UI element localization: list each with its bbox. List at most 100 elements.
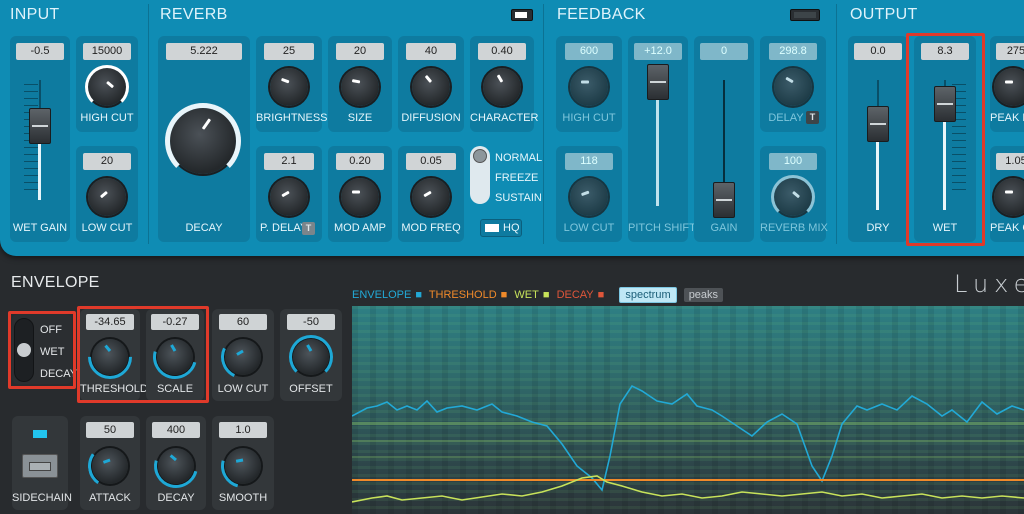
pdelay-value[interactable]: 2.1 xyxy=(264,153,314,170)
offset-label: OFFSET xyxy=(289,383,333,395)
dry-value[interactable]: 0.0 xyxy=(854,43,902,60)
modfreq-knob[interactable] xyxy=(412,178,450,216)
peak-c-slot: 1.05 PEAK C xyxy=(990,146,1024,242)
legend-wet[interactable]: WET xyxy=(514,289,538,301)
input-low-cut-value[interactable]: 20 xyxy=(83,153,131,170)
offset-slot: -50 OFFSET xyxy=(280,309,342,401)
peak-freq-knob[interactable] xyxy=(994,68,1024,106)
input-high-cut-knob[interactable] xyxy=(85,65,129,109)
sidechain-led xyxy=(33,430,47,438)
peak-c-label: PEAK C xyxy=(990,222,1024,234)
pitch-shift-value[interactable]: +12.0 xyxy=(634,43,682,60)
fb-gain-fader[interactable] xyxy=(713,182,735,218)
fb-gain-label: GAIN xyxy=(710,222,738,234)
env-lowcut-label: LOW CUT xyxy=(217,383,269,395)
smooth-knob[interactable] xyxy=(212,435,274,497)
wet-gain-slot: -0.5 WET GAIN xyxy=(10,36,70,242)
legend-decay[interactable]: DECAY xyxy=(557,289,594,301)
size-knob[interactable] xyxy=(341,68,379,106)
pdelay-knob[interactable] xyxy=(270,178,308,216)
sidechain-slot: SIDECHAIN xyxy=(12,416,72,510)
pdelay-tempo-sync-button[interactable]: T xyxy=(302,222,315,235)
mode-normal-label[interactable]: NORMAL xyxy=(495,152,542,164)
smooth-value[interactable]: 1.0 xyxy=(219,422,267,438)
peak-c-value[interactable]: 1.05 xyxy=(996,153,1024,170)
sidechain-button[interactable] xyxy=(22,454,58,478)
env-lowcut-value[interactable]: 60 xyxy=(219,314,267,330)
env-lowcut-slot: 60 LOW CUT xyxy=(212,309,274,401)
peak-freq-slot: 275 PEAK FR xyxy=(990,36,1024,132)
diffusion-value[interactable]: 40 xyxy=(406,43,456,60)
envelope-spectrum-display[interactable] xyxy=(352,306,1024,514)
input-title: INPUT xyxy=(10,6,60,23)
modamp-slot: 0.20 MOD AMP xyxy=(328,146,392,242)
pitch-shift-fader[interactable] xyxy=(647,64,669,100)
input-high-cut-label: HIGH CUT xyxy=(80,112,134,124)
fb-delay-tempo-sync-button[interactable]: T xyxy=(806,111,819,124)
reverb-mix-knob[interactable] xyxy=(771,175,815,219)
fb-low-cut-value[interactable]: 118 xyxy=(565,153,613,170)
offset-knob[interactable] xyxy=(289,335,333,379)
feedback-enable-toggle[interactable] xyxy=(790,9,820,21)
peak-c-knob[interactable] xyxy=(994,178,1024,216)
feedback-title: FEEDBACK xyxy=(557,6,646,23)
peaks-toggle[interactable]: peaks xyxy=(683,288,724,302)
fb-delay-label: DELAY xyxy=(768,112,804,124)
modamp-knob[interactable] xyxy=(341,178,379,216)
fb-delay-value[interactable]: 298.8 xyxy=(769,43,817,60)
wet-gain-value[interactable]: -0.5 xyxy=(16,43,64,60)
offset-value[interactable]: -50 xyxy=(287,314,335,330)
legend-threshold[interactable]: THRESHOLD xyxy=(429,289,497,301)
display-legend: ENVELOPE ■ THRESHOLD ■ WET ■ DECAY ■ spectru… xyxy=(352,287,727,303)
reverb-mix-value[interactable]: 100 xyxy=(769,153,817,170)
input-high-cut-value[interactable]: 15000 xyxy=(83,43,131,60)
modamp-value[interactable]: 0.20 xyxy=(336,153,384,170)
brightness-value[interactable]: 25 xyxy=(264,43,314,60)
hq-button[interactable]: HQ xyxy=(480,219,522,237)
modfreq-label: MOD FREQ xyxy=(401,222,461,234)
fb-high-cut-knob[interactable] xyxy=(570,68,608,106)
peak-freq-value[interactable]: 275 xyxy=(996,43,1024,60)
size-value[interactable]: 20 xyxy=(336,43,384,60)
diffusion-knob[interactable] xyxy=(412,68,450,106)
reverb-enable-toggle[interactable] xyxy=(511,9,533,21)
legend-envelope[interactable]: ENVELOPE xyxy=(352,289,411,301)
mode-freeze-label[interactable]: FREEZE xyxy=(495,172,538,184)
spectrum-toggle[interactable]: spectrum xyxy=(619,287,677,303)
legend-threshold-swatch: ■ xyxy=(500,289,508,301)
env-decay-value[interactable]: 400 xyxy=(152,422,200,438)
attack-knob[interactable] xyxy=(84,440,136,492)
input-low-cut-knob[interactable] xyxy=(88,178,126,216)
fb-gain-value[interactable]: 0 xyxy=(700,43,748,60)
fb-low-cut-label: LOW CUT xyxy=(563,222,615,234)
decay-value[interactable]: 5.222 xyxy=(166,43,242,60)
character-value[interactable]: 0.40 xyxy=(478,43,526,60)
input-low-cut-slot: 20 LOW CUT xyxy=(76,146,138,242)
brightness-knob[interactable] xyxy=(270,68,308,106)
fb-high-cut-slot: 600 HIGH CUT xyxy=(556,36,622,132)
wet-highlight-box xyxy=(906,33,985,246)
env-decay-slot: 400 DECAY xyxy=(145,416,207,510)
attack-value[interactable]: 50 xyxy=(86,422,134,438)
pitch-shift-label: PITCH SHIFT xyxy=(628,222,696,234)
wet-gain-fader[interactable] xyxy=(29,108,51,144)
legend-wet-swatch: ■ xyxy=(542,289,550,301)
reverb-mode-switch-thumb[interactable] xyxy=(473,149,487,163)
sidechain-icon xyxy=(29,462,51,471)
fb-high-cut-value[interactable]: 600 xyxy=(565,43,613,60)
decay-knob[interactable] xyxy=(165,103,241,179)
brightness-label: BRIGHTNESS xyxy=(256,112,328,124)
env-decay-knob[interactable] xyxy=(145,435,207,497)
dry-label: DRY xyxy=(866,222,890,234)
dry-fader[interactable] xyxy=(867,106,889,142)
input-low-cut-label: LOW CUT xyxy=(81,222,133,234)
modfreq-value[interactable]: 0.05 xyxy=(406,153,456,170)
env-lowcut-knob[interactable] xyxy=(214,328,272,386)
character-knob[interactable] xyxy=(483,68,521,106)
separator xyxy=(836,4,837,244)
plugin-window: INPUT -0.5 WET GAIN 15000 HIGH CUT 20 LO… xyxy=(0,0,1024,514)
mode-sustain-label[interactable]: SUSTAIN xyxy=(495,192,542,204)
reverb-mode-switch[interactable] xyxy=(470,146,490,204)
fb-delay-knob[interactable] xyxy=(774,68,812,106)
fb-low-cut-knob[interactable] xyxy=(570,178,608,216)
